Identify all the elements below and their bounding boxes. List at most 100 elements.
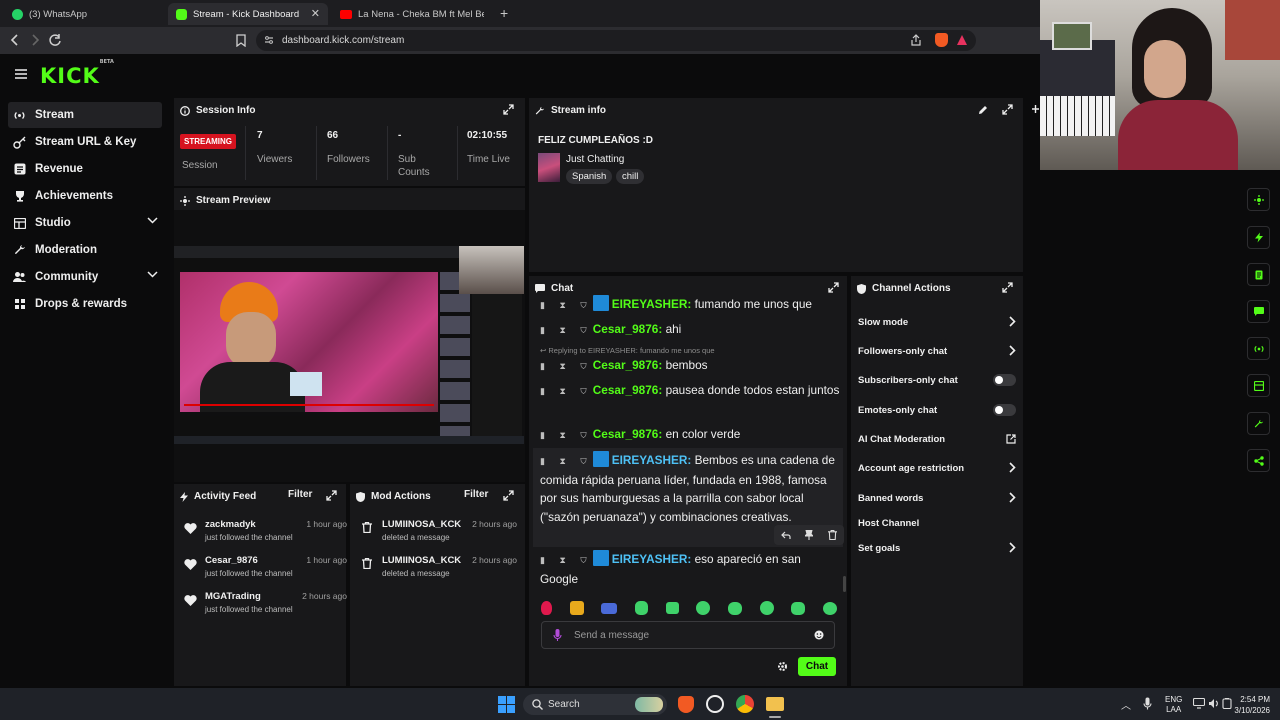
site-settings-icon[interactable]: [264, 35, 274, 45]
menu-icon[interactable]: [15, 69, 27, 79]
chevron-down-icon[interactable]: [147, 217, 158, 224]
rail-mod-button[interactable]: [1247, 374, 1270, 397]
chat-username[interactable]: Cesar_9876:: [593, 358, 663, 372]
language-indicator[interactable]: ENG LAA: [1165, 695, 1182, 715]
rail-notes-button[interactable]: [1247, 263, 1270, 286]
tag[interactable]: chill: [616, 169, 645, 184]
expand-icon[interactable]: [503, 490, 514, 501]
expand-icon[interactable]: [503, 104, 514, 115]
chatgpt-icon[interactable]: [706, 695, 724, 713]
chat-scrollbar[interactable]: [843, 576, 846, 592]
emote-icon[interactable]: [569, 601, 584, 615]
pin-icon[interactable]: [805, 530, 814, 540]
chat-username[interactable]: EIREYASHER:: [612, 453, 692, 467]
filter-button[interactable]: Filter: [288, 489, 312, 500]
send-chat-button[interactable]: Chat: [798, 657, 836, 676]
address-field[interactable]: dashboard.kick.com/stream: [256, 30, 976, 51]
tag[interactable]: Spanish: [566, 169, 613, 184]
slow-mode-option[interactable]: Slow mode: [858, 313, 1018, 331]
forward-icon[interactable]: [29, 33, 41, 47]
chat-username[interactable]: Cesar_9876:: [593, 322, 663, 336]
emote-icon[interactable]: [665, 602, 679, 614]
brave-shields-icon[interactable]: [935, 33, 948, 47]
tray-chevron-icon[interactable]: ︿: [1121, 697, 1131, 712]
emotes-only-toggle[interactable]: [993, 404, 1016, 416]
sidebar-item-achievements[interactable]: Achievements: [8, 183, 162, 209]
volume-icon[interactable]: [1208, 698, 1220, 709]
chrome-icon[interactable]: [736, 695, 754, 713]
delete-icon[interactable]: [827, 530, 837, 540]
chevron-down-icon[interactable]: [147, 271, 158, 278]
expand-icon[interactable]: [828, 282, 839, 293]
sidebar-item-revenue[interactable]: Revenue: [8, 156, 162, 182]
windows-start-icon[interactable]: [498, 696, 515, 713]
tab-kick-dashboard[interactable]: Stream - Kick Dashboard ✕: [168, 3, 328, 25]
sidebar-item-stream[interactable]: Stream: [8, 102, 162, 128]
reload-icon[interactable]: [48, 33, 62, 47]
chat-text: ahi: [665, 322, 682, 336]
rail-share-button[interactable]: [1247, 449, 1270, 472]
new-tab-icon[interactable]: +: [500, 5, 508, 21]
panel-title: Stream Preview: [180, 195, 271, 206]
category-thumbnail[interactable]: [538, 153, 560, 182]
followers-only-option[interactable]: Followers-only chat: [858, 342, 1018, 360]
microphone-icon[interactable]: [1143, 697, 1152, 710]
kick-logo[interactable]: KICKBETA: [40, 59, 114, 88]
emote-icon[interactable]: [759, 601, 774, 615]
banned-words-option[interactable]: Banned words: [858, 489, 1018, 507]
rail-stream-info-button[interactable]: [1247, 412, 1270, 435]
ai-chat-moderation-option[interactable]: AI Chat Moderation: [858, 430, 1018, 448]
sidebar-item-moderation[interactable]: Moderation: [8, 237, 162, 263]
emoji-icon[interactable]: [814, 630, 824, 640]
subscribers-only-toggle[interactable]: [993, 374, 1016, 386]
chat-username[interactable]: EIREYASHER:: [612, 297, 692, 311]
edit-icon[interactable]: [978, 105, 988, 115]
emote-icon[interactable]: [727, 601, 742, 615]
info-icon: [180, 105, 190, 116]
account-age-option[interactable]: Account age restriction: [858, 459, 1018, 477]
close-tab-icon[interactable]: ✕: [311, 7, 320, 20]
brave-icon[interactable]: [678, 696, 694, 713]
taskbar-search[interactable]: Search: [523, 694, 667, 715]
drag-handle-icon[interactable]: [1031, 104, 1040, 114]
host-channel-option[interactable]: Host Channel: [858, 514, 1018, 532]
emote-icon[interactable]: [634, 601, 648, 615]
reply-icon[interactable]: [781, 531, 791, 540]
filter-button[interactable]: Filter: [464, 489, 488, 500]
expand-icon[interactable]: [1002, 104, 1013, 115]
rail-session-button[interactable]: [1247, 188, 1270, 211]
back-icon[interactable]: [9, 33, 21, 47]
rail-broadcast-button[interactable]: [1247, 337, 1270, 360]
emote-icon[interactable]: [601, 602, 618, 614]
network-icon[interactable]: [1193, 698, 1205, 709]
category-name[interactable]: Just Chatting: [566, 154, 624, 165]
emote-icon[interactable]: [791, 601, 806, 615]
file-explorer-icon[interactable]: [766, 697, 784, 711]
gear-icon[interactable]: [777, 661, 788, 672]
chat-username[interactable]: Cesar_9876:: [593, 383, 663, 397]
set-goals-option[interactable]: Set goals: [858, 539, 1018, 557]
chat-input[interactable]: Send a message: [541, 621, 835, 649]
emote-icon[interactable]: [696, 601, 711, 615]
expand-icon[interactable]: [326, 490, 337, 501]
expand-icon[interactable]: [1002, 282, 1013, 293]
clock[interactable]: 2:54 PM 3/10/2026: [1230, 694, 1270, 716]
tab-youtube[interactable]: La Nena - Cheka BM ft Mel Bebesuki: [332, 3, 492, 25]
mod-badges: ▮ ⧗ ⛉: [540, 300, 593, 310]
sidebar-item-stream-url-key[interactable]: Stream URL & Key: [8, 129, 162, 155]
rail-chat-button[interactable]: [1247, 300, 1270, 323]
rail-activity-button[interactable]: [1247, 226, 1270, 249]
sidebar-item-studio[interactable]: Studio: [8, 210, 162, 236]
stream-preview-video[interactable]: [174, 246, 524, 444]
tab-whatsapp[interactable]: (3) WhatsApp: [4, 3, 164, 25]
chat-username[interactable]: Cesar_9876:: [593, 427, 663, 441]
emote-icon[interactable]: [541, 601, 552, 615]
sidebar-item-drops-rewards[interactable]: Drops & rewards: [8, 291, 162, 317]
chat-username[interactable]: EIREYASHER:: [612, 552, 692, 566]
emote-icon[interactable]: [822, 601, 837, 615]
share-icon[interactable]: [910, 34, 922, 46]
bookmark-icon[interactable]: [236, 34, 246, 47]
microphone-icon[interactable]: [553, 629, 562, 641]
brave-rewards-icon[interactable]: [956, 34, 968, 46]
sidebar-item-community[interactable]: Community: [8, 264, 162, 290]
